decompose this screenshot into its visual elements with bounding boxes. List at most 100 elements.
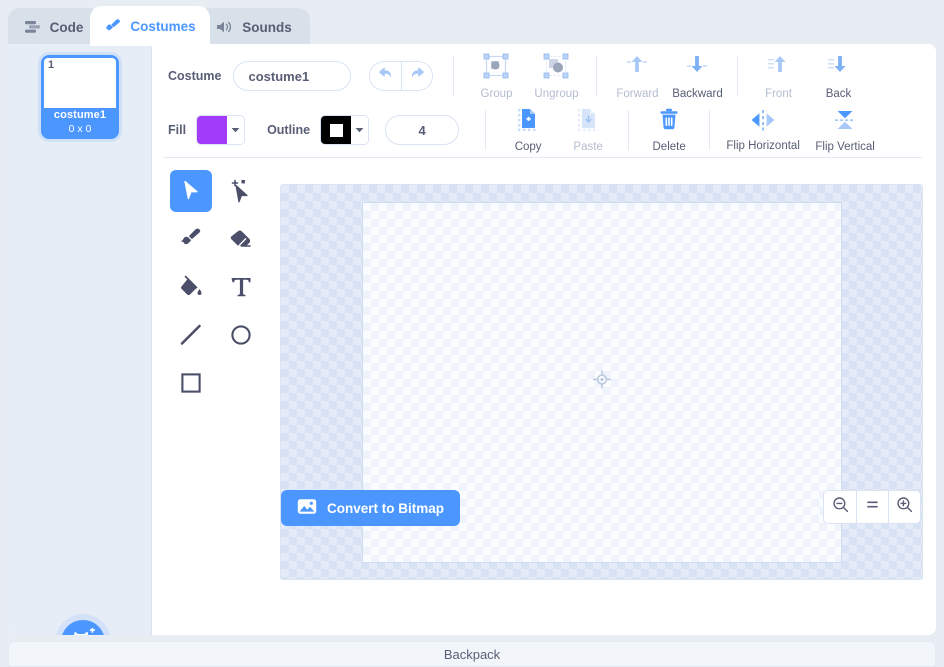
group-icon [482, 53, 510, 85]
chevron-down-icon [351, 116, 368, 144]
outline-color-picker[interactable] [320, 115, 369, 145]
copy-button[interactable]: Copy [498, 107, 558, 153]
tool-rectangle[interactable] [170, 362, 212, 404]
fill-color-swatch [197, 116, 227, 144]
backward-button[interactable]: Backward [667, 53, 727, 100]
undo-arrow-icon [377, 66, 394, 86]
fill-label: Fill [168, 123, 186, 137]
redo-button[interactable] [401, 62, 432, 90]
costume-selector: 1 costume1 0 x 0 [8, 44, 152, 635]
backward-arrow-icon [684, 53, 710, 85]
controls-separator [164, 157, 922, 158]
front-label: Front [765, 88, 792, 100]
flip-horizontal-icon [748, 108, 778, 137]
forward-label: Forward [616, 88, 658, 100]
backpack-label: Backpack [444, 647, 500, 662]
paste-button[interactable]: Paste [558, 107, 618, 153]
costumes-panel: 1 costume1 0 x 0 [8, 44, 936, 635]
back-arrow-icon [825, 53, 851, 85]
paste-label: Paste [573, 141, 602, 153]
outline-color-swatch [321, 116, 351, 144]
tool-line[interactable] [170, 314, 212, 356]
magnifier-minus-icon [832, 496, 849, 518]
speaker-icon [216, 20, 234, 34]
flip-vertical-label: Flip Vertical [815, 141, 874, 153]
group-label: Group [481, 88, 513, 100]
convert-to-bitmap-button[interactable]: Convert to Bitmap [281, 490, 460, 526]
tool-brush[interactable] [170, 218, 212, 260]
tab-costumes-label: Costumes [130, 19, 195, 34]
zoom-reset-button[interactable] [856, 491, 888, 523]
controls-divider-4 [485, 110, 486, 150]
redo-arrow-icon [409, 66, 426, 86]
flip-vertical-icon [832, 107, 858, 138]
zoom-controls [823, 490, 921, 524]
convert-to-bitmap-label: Convert to Bitmap [327, 501, 444, 516]
flip-horizontal-button[interactable]: Flip Horizontal [720, 108, 806, 152]
costume-item-name: costume1 [44, 109, 116, 121]
backpack-bar: Backpack [0, 639, 944, 667]
controls-divider-1 [453, 56, 454, 96]
stroke-width-input[interactable] [385, 115, 459, 145]
controls-divider-2 [596, 56, 597, 96]
fill-color-picker[interactable] [196, 115, 245, 145]
forward-arrow-icon [624, 53, 650, 85]
tool-eraser[interactable] [220, 218, 262, 260]
flip-vertical-button[interactable]: Flip Vertical [806, 107, 884, 153]
tab-bar: Code Costumes Sounds [0, 0, 944, 46]
paintbrush-icon [104, 18, 122, 34]
controls-row-bottom: Fill Outline [152, 102, 936, 158]
trash-icon [658, 108, 680, 138]
costume-name-input[interactable] [233, 61, 351, 91]
costume-index: 1 [48, 59, 54, 71]
front-button[interactable]: Front [748, 53, 808, 100]
controls-divider-5 [628, 110, 629, 150]
undo-redo-group [369, 61, 433, 91]
ungroup-label: Ungroup [534, 88, 578, 100]
list-item-costume1[interactable]: 1 costume1 0 x 0 [41, 55, 119, 139]
controls-divider-3 [737, 56, 738, 96]
tool-text[interactable] [220, 266, 262, 308]
copy-label: Copy [515, 141, 542, 153]
tool-circle[interactable] [220, 314, 262, 356]
choose-a-costume-button[interactable] [61, 620, 105, 635]
paint-controls: Costume [152, 44, 936, 157]
undo-button[interactable] [370, 62, 401, 90]
crosshair-icon [593, 371, 611, 394]
front-arrow-icon [765, 53, 791, 85]
back-button[interactable]: Back [808, 53, 868, 100]
forward-button[interactable]: Forward [607, 53, 667, 100]
copy-icon [516, 107, 540, 138]
tool-reshape[interactable] [220, 170, 262, 212]
tab-code[interactable]: Code [8, 8, 100, 46]
zoom-out-button[interactable] [824, 491, 856, 523]
code-icon [25, 20, 42, 34]
outline-label: Outline [267, 123, 310, 137]
paint-editor: Costume [152, 44, 936, 635]
tab-code-label: Code [50, 20, 84, 35]
tool-select[interactable] [170, 170, 212, 212]
zoom-in-button[interactable] [888, 491, 920, 523]
chevron-down-icon [227, 116, 244, 144]
backpack-toggle[interactable]: Backpack [8, 641, 936, 667]
tool-palette [170, 170, 270, 410]
tab-sounds[interactable]: Sounds [198, 8, 310, 46]
equals-icon [864, 496, 881, 518]
back-label: Back [826, 88, 852, 100]
flip-horizontal-label: Flip Horizontal [726, 140, 800, 152]
image-icon [297, 498, 317, 518]
tab-sounds-label: Sounds [242, 20, 292, 35]
magnifier-plus-icon [896, 496, 913, 518]
group-button[interactable]: Group [466, 53, 526, 100]
controls-divider-6 [709, 110, 710, 150]
cat-plus-icon [70, 628, 96, 636]
ungroup-button[interactable]: Ungroup [526, 53, 586, 100]
tool-fill[interactable] [170, 266, 212, 308]
costume-item-size: 0 x 0 [44, 123, 116, 135]
delete-button[interactable]: Delete [639, 108, 699, 153]
ungroup-icon [542, 53, 570, 85]
backward-label: Backward [672, 88, 723, 100]
tab-costumes[interactable]: Costumes [90, 6, 210, 46]
paste-icon [576, 107, 600, 138]
controls-row-top: Costume [152, 48, 936, 104]
